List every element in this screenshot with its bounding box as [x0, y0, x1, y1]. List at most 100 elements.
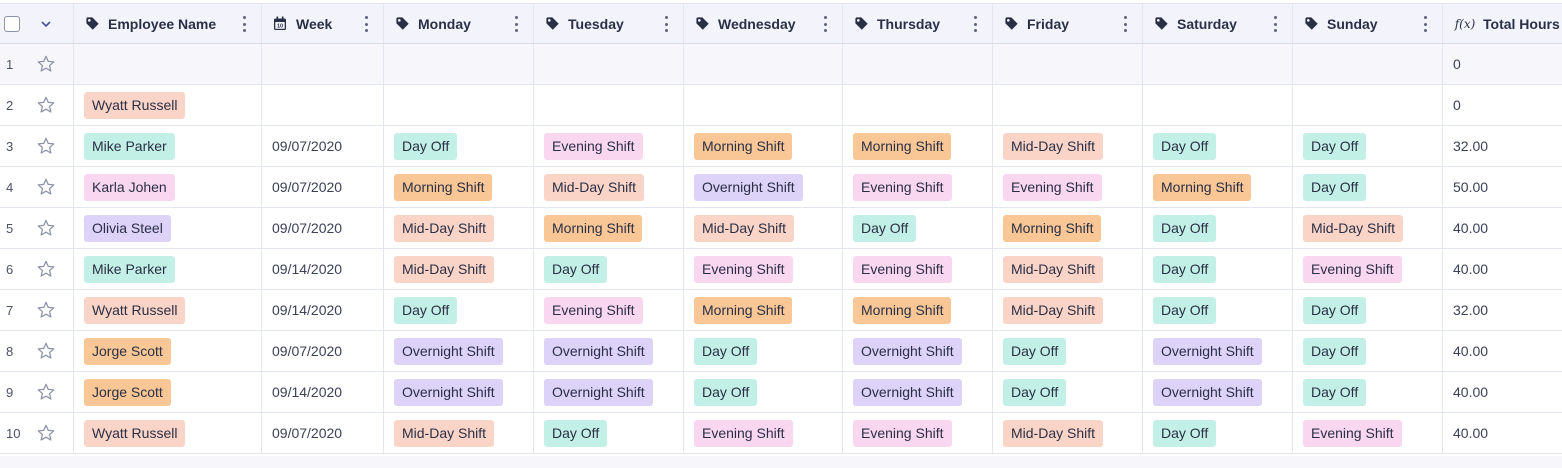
- friday-cell[interactable]: Day Off: [993, 331, 1143, 371]
- column-menu-icon[interactable]: [243, 16, 247, 32]
- employee-name-cell[interactable]: Jorge Scott: [74, 372, 262, 412]
- employee-name-cell[interactable]: Olivia Steel: [74, 208, 262, 248]
- column-menu-icon[interactable]: [665, 16, 669, 32]
- wednesday-cell[interactable]: [684, 44, 843, 84]
- monday-cell[interactable]: Overnight Shift: [384, 331, 534, 371]
- saturday-cell[interactable]: Day Off: [1143, 249, 1293, 289]
- friday-cell[interactable]: Mid-Day Shift: [993, 126, 1143, 166]
- thursday-cell[interactable]: Morning Shift: [843, 126, 993, 166]
- tuesday-cell[interactable]: Overnight Shift: [534, 372, 684, 412]
- column-header-wednesday[interactable]: Wednesday: [684, 4, 843, 43]
- tuesday-cell[interactable]: [534, 44, 684, 84]
- employee-name-cell[interactable]: Wyatt Russell: [74, 85, 262, 125]
- week-cell[interactable]: 09/07/2020: [262, 126, 384, 166]
- table-row[interactable]: 7 Wyatt Russell 09/14/2020 Day Off Evening S…: [0, 290, 1562, 331]
- saturday-cell[interactable]: Day Off: [1143, 290, 1293, 330]
- monday-cell[interactable]: Day Off: [384, 290, 534, 330]
- chevron-down-icon[interactable]: [40, 18, 52, 30]
- column-header-saturday[interactable]: Saturday: [1143, 4, 1293, 43]
- total-hours-cell[interactable]: 40.00: [1443, 208, 1562, 248]
- column-menu-icon[interactable]: [1274, 16, 1278, 32]
- thursday-cell[interactable]: Evening Shift: [843, 167, 993, 207]
- saturday-cell[interactable]: Day Off: [1143, 413, 1293, 453]
- total-hours-cell[interactable]: 50.00: [1443, 167, 1562, 207]
- total-hours-cell[interactable]: 40.00: [1443, 249, 1562, 289]
- saturday-cell[interactable]: Overnight Shift: [1143, 372, 1293, 412]
- sunday-cell[interactable]: Evening Shift: [1293, 249, 1443, 289]
- column-header-week[interactable]: 10 Week: [262, 4, 384, 43]
- employee-name-cell[interactable]: [74, 44, 262, 84]
- total-hours-cell[interactable]: 32.00: [1443, 290, 1562, 330]
- column-menu-icon[interactable]: [365, 16, 369, 32]
- star-icon[interactable]: [36, 218, 56, 238]
- total-hours-cell[interactable]: 40.00: [1443, 372, 1562, 412]
- monday-cell[interactable]: Mid-Day Shift: [384, 208, 534, 248]
- saturday-cell[interactable]: Morning Shift: [1143, 167, 1293, 207]
- saturday-cell[interactable]: Overnight Shift: [1143, 331, 1293, 371]
- week-cell[interactable]: 09/14/2020: [262, 372, 384, 412]
- column-header-employee-name[interactable]: Employee Name: [74, 4, 262, 43]
- friday-cell[interactable]: [993, 44, 1143, 84]
- wednesday-cell[interactable]: Overnight Shift: [684, 167, 843, 207]
- thursday-cell[interactable]: Overnight Shift: [843, 372, 993, 412]
- total-hours-cell[interactable]: 0: [1443, 85, 1562, 125]
- table-row[interactable]: 4 Karla Johen 09/07/2020 Morning Shift Mid-D…: [0, 167, 1562, 208]
- tuesday-cell[interactable]: Day Off: [534, 249, 684, 289]
- column-header-tuesday[interactable]: Tuesday: [534, 4, 684, 43]
- wednesday-cell[interactable]: Morning Shift: [684, 126, 843, 166]
- week-cell[interactable]: 09/07/2020: [262, 413, 384, 453]
- friday-cell[interactable]: Morning Shift: [993, 208, 1143, 248]
- employee-name-cell[interactable]: Mike Parker: [74, 249, 262, 289]
- thursday-cell[interactable]: [843, 44, 993, 84]
- column-header-sunday[interactable]: Sunday: [1293, 4, 1443, 43]
- star-icon[interactable]: [36, 95, 56, 115]
- sunday-cell[interactable]: Day Off: [1293, 372, 1443, 412]
- employee-name-cell[interactable]: Jorge Scott: [74, 331, 262, 371]
- column-menu-icon[interactable]: [1124, 16, 1128, 32]
- thursday-cell[interactable]: [843, 85, 993, 125]
- week-cell[interactable]: 09/07/2020: [262, 167, 384, 207]
- monday-cell[interactable]: Day Off: [384, 126, 534, 166]
- tuesday-cell[interactable]: Mid-Day Shift: [534, 167, 684, 207]
- table-row[interactable]: 3 Mike Parker 09/07/2020 Day Off Evening Shi…: [0, 126, 1562, 167]
- wednesday-cell[interactable]: Evening Shift: [684, 249, 843, 289]
- column-menu-icon[interactable]: [515, 16, 519, 32]
- thursday-cell[interactable]: Day Off: [843, 208, 993, 248]
- column-menu-icon[interactable]: [974, 16, 978, 32]
- sunday-cell[interactable]: Day Off: [1293, 290, 1443, 330]
- column-header-total-hours[interactable]: f(x) Total Hours: [1443, 4, 1562, 43]
- table-row[interactable]: 10: [0, 44, 1562, 85]
- week-cell[interactable]: [262, 44, 384, 84]
- total-hours-cell[interactable]: 32.00: [1443, 126, 1562, 166]
- thursday-cell[interactable]: Morning Shift: [843, 290, 993, 330]
- column-header-friday[interactable]: Friday: [993, 4, 1143, 43]
- friday-cell[interactable]: Day Off: [993, 372, 1143, 412]
- column-header-monday[interactable]: Monday: [384, 4, 534, 43]
- thursday-cell[interactable]: Overnight Shift: [843, 331, 993, 371]
- wednesday-cell[interactable]: Mid-Day Shift: [684, 208, 843, 248]
- wednesday-cell[interactable]: Morning Shift: [684, 290, 843, 330]
- table-row[interactable]: 9 Jorge Scott 09/14/2020 Overnight Shift Ove…: [0, 372, 1562, 413]
- employee-name-cell[interactable]: Wyatt Russell: [74, 290, 262, 330]
- table-row[interactable]: 10 Wyatt Russell 09/07/2020 Mid-Day Shift Da…: [0, 413, 1562, 454]
- select-all-checkbox[interactable]: [4, 15, 20, 32]
- saturday-cell[interactable]: [1143, 44, 1293, 84]
- star-icon[interactable]: [36, 259, 56, 279]
- monday-cell[interactable]: [384, 44, 534, 84]
- week-cell[interactable]: 09/14/2020: [262, 249, 384, 289]
- employee-name-cell[interactable]: Wyatt Russell: [74, 413, 262, 453]
- thursday-cell[interactable]: Evening Shift: [843, 413, 993, 453]
- tuesday-cell[interactable]: Day Off: [534, 413, 684, 453]
- week-cell[interactable]: 09/07/2020: [262, 208, 384, 248]
- wednesday-cell[interactable]: [684, 85, 843, 125]
- column-header-thursday[interactable]: Thursday: [843, 4, 993, 43]
- employee-name-cell[interactable]: Mike Parker: [74, 126, 262, 166]
- wednesday-cell[interactable]: Evening Shift: [684, 413, 843, 453]
- total-hours-cell[interactable]: 40.00: [1443, 413, 1562, 453]
- friday-cell[interactable]: Mid-Day Shift: [993, 290, 1143, 330]
- total-hours-cell[interactable]: 0: [1443, 44, 1562, 84]
- friday-cell[interactable]: Evening Shift: [993, 167, 1143, 207]
- tuesday-cell[interactable]: Overnight Shift: [534, 331, 684, 371]
- total-hours-cell[interactable]: 40.00: [1443, 331, 1562, 371]
- column-menu-icon[interactable]: [824, 16, 828, 32]
